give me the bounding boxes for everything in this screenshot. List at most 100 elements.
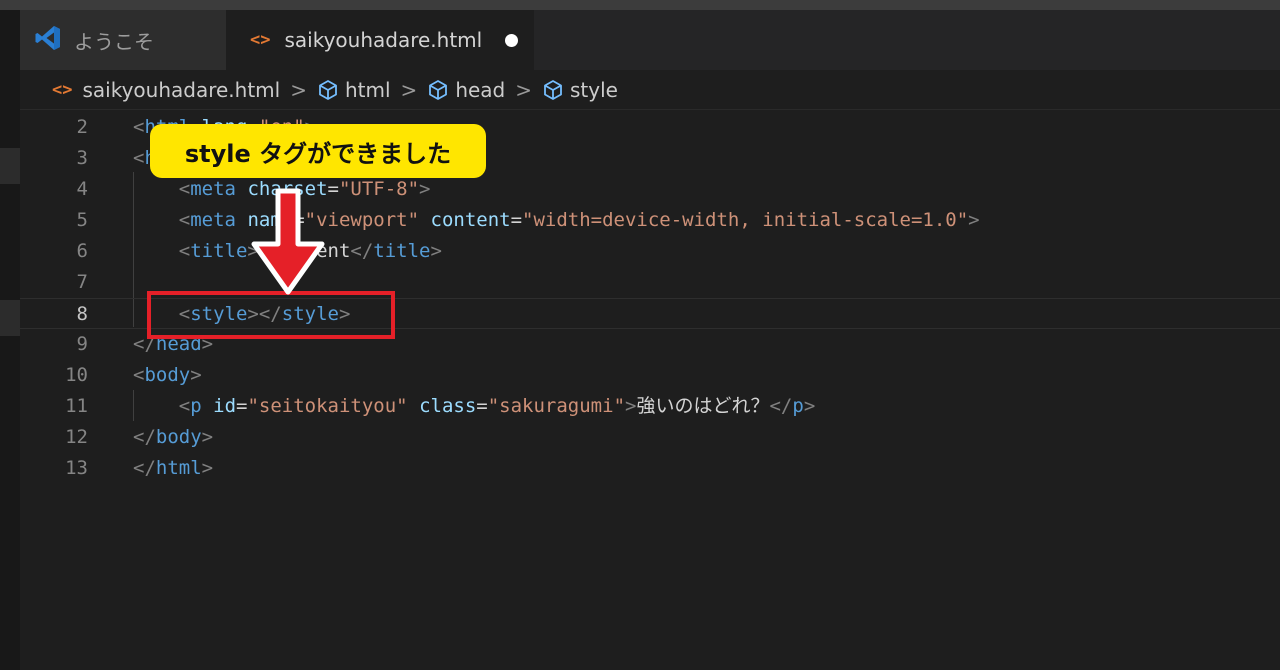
html-file-icon: <> [52, 79, 73, 100]
unsaved-dot-icon[interactable] [505, 34, 518, 47]
code-token: meta [190, 209, 236, 231]
line-number: 7 [76, 271, 88, 293]
tab-file-label: saikyouhadare.html [284, 28, 483, 52]
tab-welcome[interactable]: ようこそ [20, 10, 226, 70]
activity-marker [0, 300, 20, 336]
annotation-arrow-icon [251, 188, 325, 295]
code-token: = [476, 395, 488, 417]
code-token: </ [350, 240, 374, 262]
code-token: "seitokaityou" [247, 395, 408, 417]
chevron-right-icon: > [290, 77, 307, 102]
code-token: p [190, 395, 202, 417]
code-token: </ [133, 457, 156, 479]
line-number: 2 [76, 116, 88, 138]
code-token: > [968, 209, 980, 231]
code-token: id [213, 395, 237, 417]
code-text: </html> [133, 453, 213, 484]
code-token: html [155, 457, 202, 479]
code-token: p [792, 395, 804, 417]
code-token: meta [190, 178, 236, 200]
code-token: > [419, 178, 431, 200]
code-token: > [190, 364, 202, 386]
code-line[interactable]: 6 <title>Document</title> [20, 236, 1280, 267]
annotation-callout-text: style タグができました [184, 139, 452, 168]
code-token: > [803, 395, 816, 417]
code-token: < [178, 178, 191, 200]
breadcrumb: <> saikyouhadare.html > html > head > st… [20, 70, 1280, 110]
breadcrumb-item-head[interactable]: head [427, 78, 505, 102]
html-file-icon: <> [250, 30, 271, 50]
code-token: </ [769, 395, 793, 417]
code-token: = [327, 178, 339, 200]
code-token: > [430, 240, 442, 262]
window-top-strip [0, 0, 1280, 10]
code-token: title [190, 240, 248, 262]
element-cube-icon [542, 79, 564, 101]
line-number: 11 [65, 395, 88, 417]
code-editor[interactable]: 2<html lang="en">3<head>4 <meta charset=… [20, 110, 1280, 670]
line-number: 13 [65, 457, 88, 479]
code-token: < [133, 147, 145, 169]
chevron-right-icon: > [515, 77, 533, 102]
code-line[interactable]: 5 <meta name="viewport" content="width=d… [20, 205, 1280, 236]
breadcrumb-label: head [455, 77, 506, 102]
code-token: > [201, 426, 214, 448]
code-line[interactable]: 13 </html> [20, 453, 1280, 484]
breadcrumb-item-html[interactable]: html [317, 78, 391, 102]
code-token: < [133, 116, 145, 138]
annotation-highlight-box [147, 291, 395, 339]
line-number: 10 [65, 364, 88, 386]
code-token: "width=device-width, initial-scale=1.0" [522, 209, 969, 231]
code-token: < [178, 209, 191, 231]
breadcrumb-label: html [344, 77, 391, 102]
line-number: 9 [76, 333, 88, 355]
vscode-logo-icon [34, 24, 62, 56]
code-token: 強いのはどれ？ [636, 395, 770, 417]
code-token: = [236, 395, 248, 417]
line-number: 8 [76, 303, 88, 325]
code-token: > [201, 457, 214, 479]
breadcrumb-label: saikyouhadare.html [82, 77, 281, 102]
chevron-right-icon: > [400, 77, 418, 102]
code-token: = [510, 209, 523, 231]
element-cube-icon [427, 79, 449, 101]
code-token: < [133, 364, 145, 386]
tab-saikyouhadare-html[interactable]: <> saikyouhadare.html [226, 10, 534, 70]
code-text: <body> [133, 360, 202, 391]
breadcrumb-item-file[interactable]: <> saikyouhadare.html [52, 78, 280, 102]
code-token: body [144, 364, 191, 386]
code-line[interactable]: 11 <p id="seitokaityou" class="sakuragum… [20, 391, 1280, 422]
code-token: title [373, 240, 431, 262]
line-number: 4 [76, 178, 88, 200]
line-number: 5 [76, 209, 88, 231]
editor-tab-bar: ようこそ <> saikyouhadare.html [20, 10, 1280, 70]
code-line[interactable]: 12 </body> [20, 422, 1280, 453]
code-line[interactable]: 4 <meta charset="UTF-8"> [20, 174, 1280, 205]
activity-bar [0, 10, 20, 670]
element-cube-icon [317, 79, 339, 101]
line-number: 3 [76, 147, 88, 169]
line-number: 6 [76, 240, 88, 262]
tab-welcome-label: ようこそ [74, 29, 154, 54]
code-token: body [155, 426, 202, 448]
code-text: <p id="seitokaityou" class="sakuragumi">… [133, 391, 816, 422]
code-line[interactable]: 10 <body> [20, 360, 1280, 391]
code-token: < [178, 395, 191, 417]
code-token: "UTF-8" [338, 178, 420, 200]
code-text: </body> [133, 422, 213, 453]
code-token: </ [133, 426, 156, 448]
breadcrumb-label: style [570, 77, 618, 102]
annotation-callout: style タグができました [150, 124, 486, 178]
line-number: 12 [65, 426, 88, 448]
code-token: < [178, 240, 191, 262]
code-token: > [625, 395, 637, 417]
breadcrumb-item-style[interactable]: style [542, 78, 618, 102]
